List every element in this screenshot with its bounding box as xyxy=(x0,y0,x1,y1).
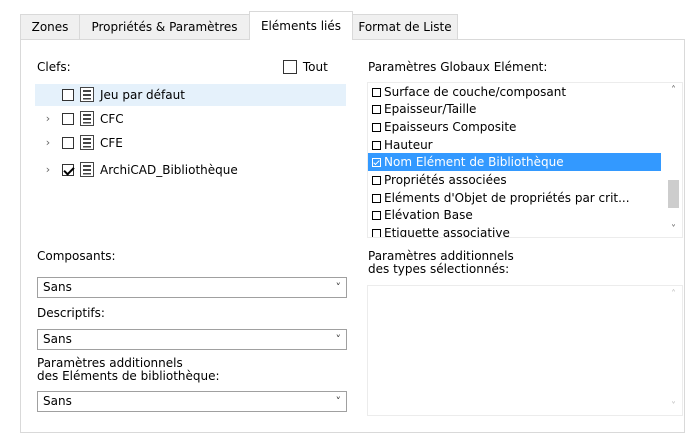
list-item-checkbox[interactable] xyxy=(372,141,381,150)
scroll-up-icon[interactable]: ˄ xyxy=(665,85,682,96)
chevron-down-icon: ˅ xyxy=(335,395,342,408)
list-item-label: Nom Elément de Bibliothèque xyxy=(384,155,564,169)
list-item-checkbox[interactable] xyxy=(372,229,381,237)
components-select[interactable]: Sans ˅ xyxy=(37,277,347,298)
type-params-list[interactable]: ˄ ˅ xyxy=(367,285,683,416)
tree-item-checkbox[interactable] xyxy=(62,164,74,176)
list-item[interactable]: Hauteur xyxy=(372,136,433,154)
global-params-scrollbar[interactable]: ˄ ˅ xyxy=(665,83,682,237)
scroll-down-icon[interactable]: ˅ xyxy=(665,401,682,412)
lib-params-label: Paramètres additionnels des Eléments de … xyxy=(37,357,220,383)
chevron-right-icon[interactable]: › xyxy=(42,159,54,181)
list-item-checkbox[interactable] xyxy=(372,88,381,97)
tab-properties-parameters[interactable]: Propriétés & Paramètres xyxy=(79,14,250,39)
list-item-selected[interactable]: Nom Elément de Bibliothèque xyxy=(368,153,661,171)
list-item-label: Surface de couche/composant xyxy=(384,85,567,99)
document-set-icon xyxy=(80,162,94,177)
list-item-checkbox[interactable] xyxy=(372,105,381,114)
list-item-label: Eléments d'Objet de propriétés par crit.… xyxy=(384,191,630,205)
list-item-label: Epaisseurs Composite xyxy=(384,120,517,134)
lib-params-value: Sans xyxy=(43,394,72,408)
list-item[interactable]: Propriétés associées xyxy=(372,171,507,189)
scroll-down-icon[interactable]: ˅ xyxy=(665,224,682,235)
list-item-label: Etiquette associative xyxy=(384,226,510,238)
list-item-checkbox[interactable] xyxy=(372,176,381,185)
tab-label: Eléments liés xyxy=(260,19,342,33)
scrollbar-thumb[interactable] xyxy=(668,180,679,208)
list-item-checkbox[interactable] xyxy=(372,123,381,132)
list-item-label: Propriétés associées xyxy=(384,173,507,187)
all-label: Tout xyxy=(302,59,328,74)
document-set-icon xyxy=(80,87,94,102)
tree-item[interactable]: › ArchiCAD_Bibliothèque xyxy=(35,159,346,181)
chevron-down-icon: ˅ xyxy=(335,333,342,346)
descriptors-label: Descriptifs: xyxy=(37,306,105,320)
components-label: Composants: xyxy=(37,249,116,263)
list-item-label: Elévation Base xyxy=(384,208,473,222)
global-params-label: Paramètres Globaux Elément: xyxy=(368,60,548,74)
list-item-checkbox[interactable] xyxy=(372,158,381,167)
list-item-label: Epaisseur/Taille xyxy=(384,102,477,116)
list-item[interactable]: Epaisseur/Taille xyxy=(372,100,476,118)
type-params-scrollbar[interactable]: ˄ ˅ xyxy=(665,286,682,415)
list-item-checkbox[interactable] xyxy=(372,211,381,220)
document-set-icon xyxy=(80,111,94,126)
tree-item[interactable]: › CFC xyxy=(35,108,346,130)
global-params-list[interactable]: Surface de couche/composant Epaisseur/Ta… xyxy=(367,82,683,238)
tab-zones[interactable]: Zones xyxy=(20,14,80,39)
list-item[interactable]: Surface de couche/composant xyxy=(372,83,566,101)
tree-item-label: CFC xyxy=(100,112,124,126)
tree-item-label: CFE xyxy=(100,136,123,150)
keys-label: Clefs: xyxy=(37,60,71,74)
lib-params-select[interactable]: Sans ˅ xyxy=(37,391,347,412)
list-item[interactable]: Epaisseurs Composite xyxy=(372,118,516,136)
all-checkbox[interactable]: Tout xyxy=(283,59,328,74)
tab-label: Propriétés & Paramètres xyxy=(91,20,238,34)
document-set-icon xyxy=(80,135,94,150)
keys-tree[interactable]: Jeu par défaut › CFC › CFE › ArchiCAD_Bi… xyxy=(35,82,346,192)
list-item-checkbox[interactable] xyxy=(372,194,381,203)
chevron-right-icon[interactable]: › xyxy=(42,108,54,130)
tree-item-label: Jeu par défaut xyxy=(100,88,185,102)
list-item[interactable]: Eléments d'Objet de propriétés par crit.… xyxy=(372,189,630,207)
list-item[interactable]: Etiquette associative xyxy=(372,224,510,238)
tab-label: Format de Liste xyxy=(358,20,452,34)
descriptors-value: Sans xyxy=(43,332,72,346)
tab-label: Zones xyxy=(31,20,69,34)
tree-item-label: ArchiCAD_Bibliothèque xyxy=(100,163,238,177)
descriptors-select[interactable]: Sans ˅ xyxy=(37,329,347,350)
tree-item-checkbox[interactable] xyxy=(62,89,74,101)
list-item-label: Hauteur xyxy=(384,138,433,152)
tree-item[interactable]: Jeu par défaut xyxy=(35,84,346,106)
tab-linked-elements[interactable]: Eléments liés xyxy=(249,11,353,40)
type-params-label-line2: des types sélectionnés: xyxy=(368,262,510,276)
tab-list-format[interactable]: Format de Liste xyxy=(352,14,458,39)
tree-item-checkbox[interactable] xyxy=(62,137,74,149)
chevron-down-icon: ˅ xyxy=(335,281,342,294)
lib-params-label-line2: des Eléments de bibliothèque: xyxy=(37,369,220,383)
type-params-label: Paramètres additionnels des types sélect… xyxy=(368,250,514,276)
all-checkbox-box[interactable] xyxy=(283,59,297,74)
scroll-up-icon[interactable]: ˄ xyxy=(665,289,682,300)
components-value: Sans xyxy=(43,280,72,294)
tree-item[interactable]: › CFE xyxy=(35,132,346,154)
list-item[interactable]: Elévation Base xyxy=(372,206,473,224)
chevron-right-icon[interactable]: › xyxy=(42,132,54,154)
tree-item-checkbox[interactable] xyxy=(62,113,74,125)
